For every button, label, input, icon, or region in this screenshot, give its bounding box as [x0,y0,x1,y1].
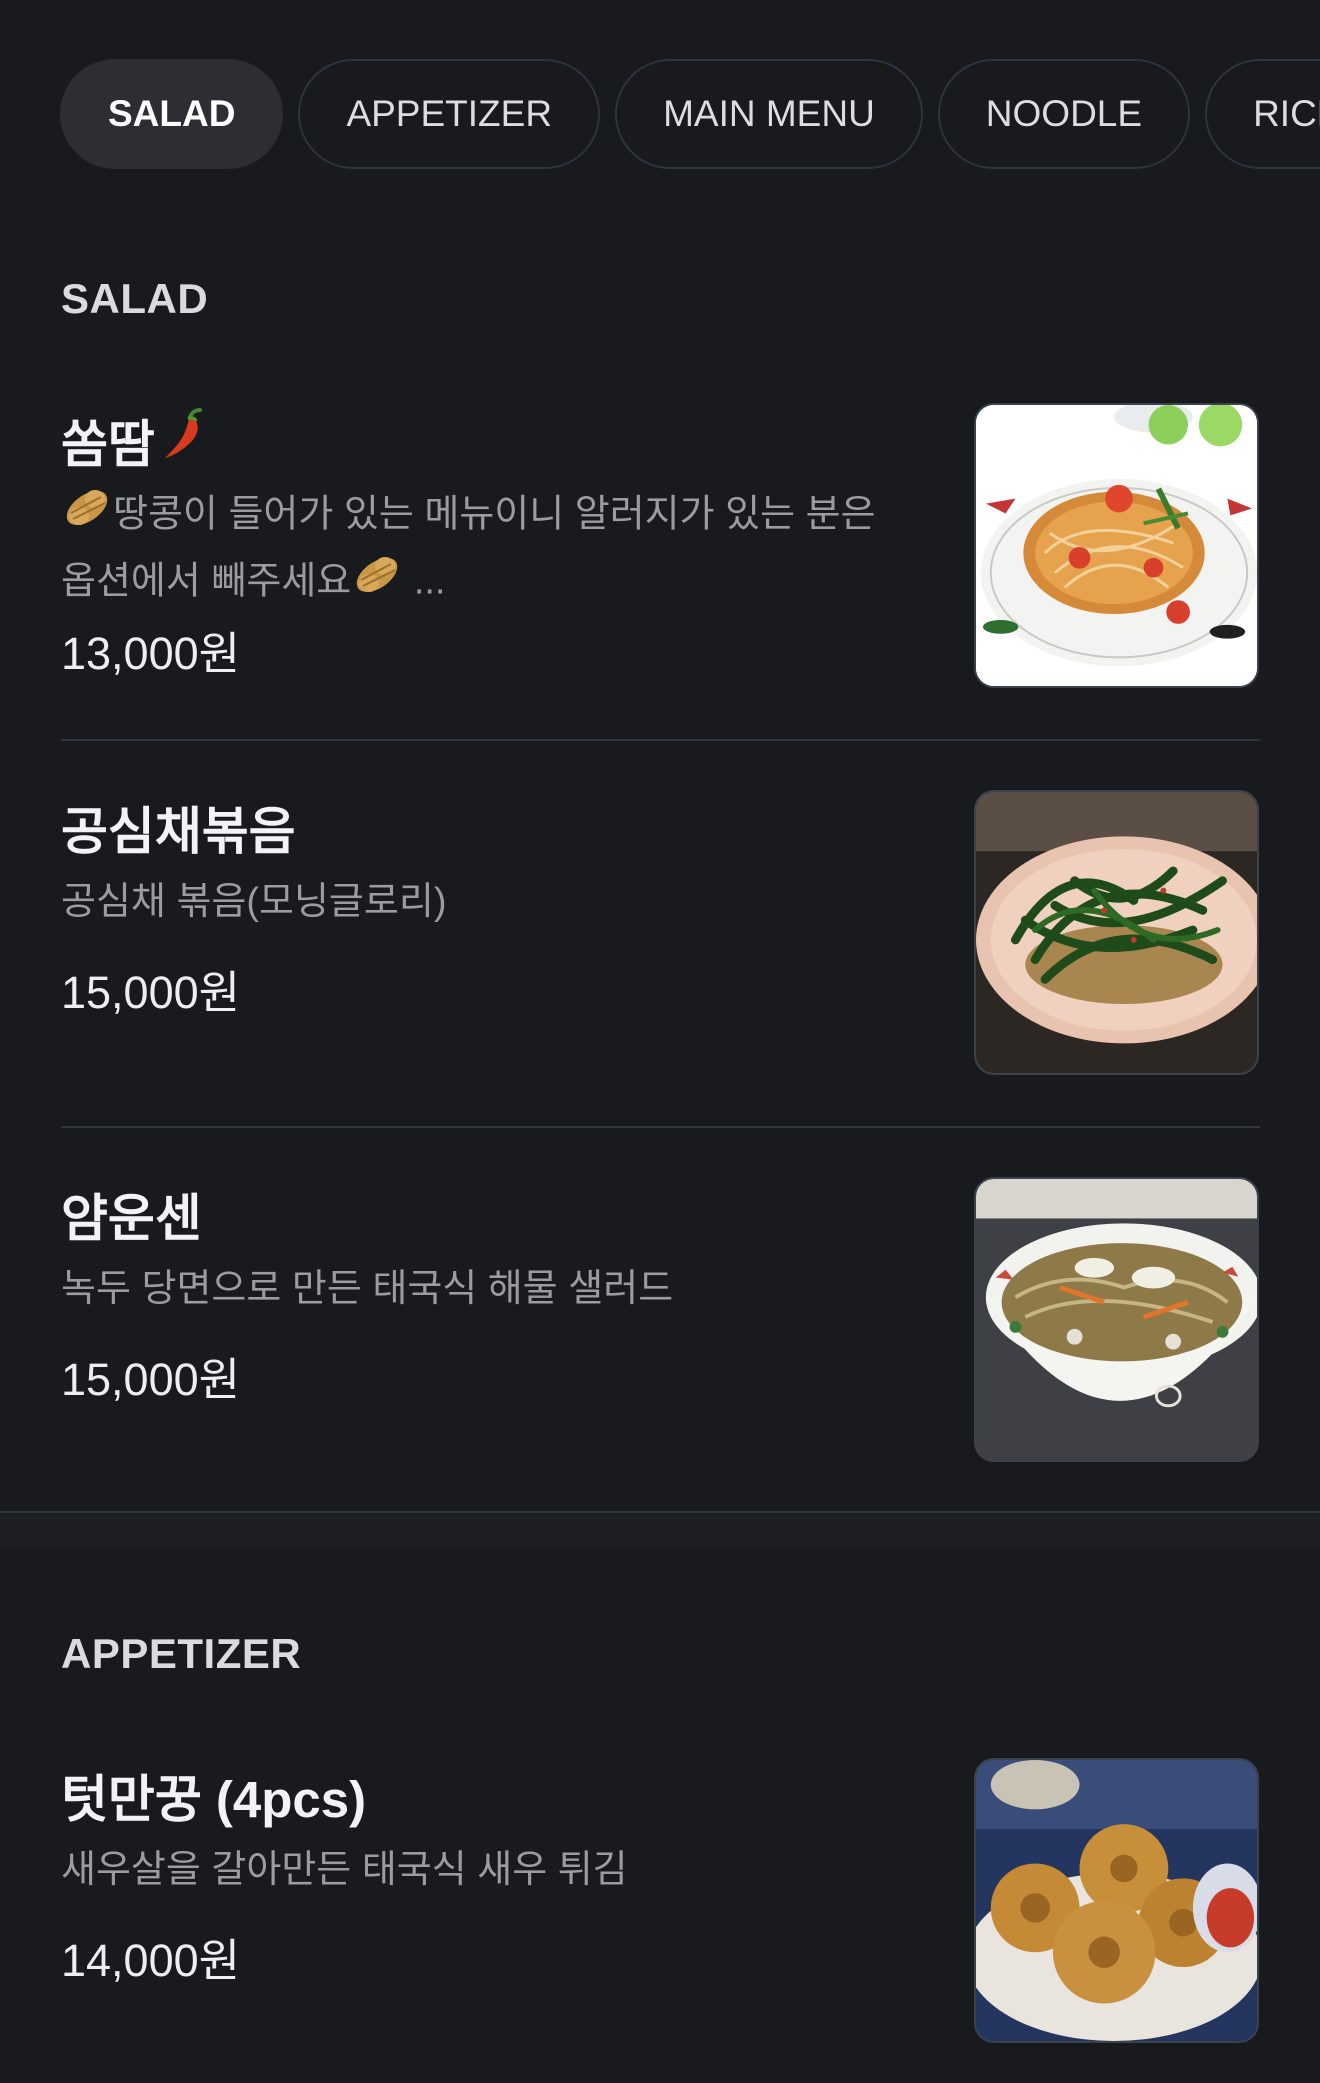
tab-main-menu[interactable]: MAIN MENU [615,59,923,169]
item-description: 공심채 볶음(모닝글로리) [61,881,447,923]
item-name-text: 쏨땀 [61,416,155,473]
item-price: 14,000원 [61,1935,241,1986]
tab-appetizer[interactable]: APPETIZER [298,59,601,169]
tab-noodle[interactable]: NOODLE [937,59,1191,169]
item-price: 15,000원 [61,967,241,1018]
item-price: 13,000원 [61,628,241,679]
chili-pepper-icon [161,408,205,472]
tab-salad[interactable]: SALAD [60,59,284,169]
section-title-salad: SALAD [61,275,209,322]
item-description-line2: 옵션에서 빼주세요 [61,560,352,603]
glass-noodle-salad-photo [974,1177,1259,1462]
item-description-line1: 땅콩이 들어가 있는 메뉴이니 알러지가 있는 분은 [113,493,876,536]
item-description: 녹두 당면으로 만든 태국식 해물 샐러드 [61,1268,674,1310]
section-gap [0,1513,1320,1549]
item-description-ellipsis: ... [413,560,446,603]
item-divider [61,1126,1260,1128]
papaya-salad-photo [974,403,1259,688]
morning-glory-photo [974,790,1259,1075]
item-name: 공심채볶음 [61,803,296,860]
item-price: 15,000원 [61,1354,241,1405]
peanut-icon [351,550,403,617]
category-tabs: SALADAPPETIZERMAIN MENUNOODLERICE [60,59,1320,169]
menu-item[interactable]: 공심채볶음 공심채 볶음(모닝글로리) 15,000원 [61,790,1260,1075]
item-divider [61,739,1260,741]
section-title-appetizer: APPETIZER [61,1630,302,1677]
item-description: 새우살을 갈아만든 태국식 새우 튀김 [61,1849,628,1891]
peanut-icon [61,483,113,550]
tab-rice[interactable]: RICE [1205,59,1320,169]
shrimp-cake-photo [974,1758,1259,2043]
item-name: 얌운센 [61,1190,202,1247]
item-description: 땅콩이 들어가 있는 메뉴이니 알러지가 있는 분은 옵션에서 빼주세요 ... [61,483,921,617]
menu-item[interactable]: 쏨땀 땅콩이 들어가 있는 메뉴이니 알러지가 있는 분은 옵션에서 빼주세요 [61,403,1260,688]
menu-item[interactable]: 얌운센 녹두 당면으로 만든 태국식 해물 샐러드 15,000원 [61,1177,1260,1462]
menu-item[interactable]: 텃만꿍 (4pcs) 새우살을 갈아만든 태국식 새우 튀김 14,000원 [61,1758,1260,2043]
item-name: 텃만꿍 (4pcs) [61,1771,367,1828]
item-name: 쏨땀 [61,403,205,477]
